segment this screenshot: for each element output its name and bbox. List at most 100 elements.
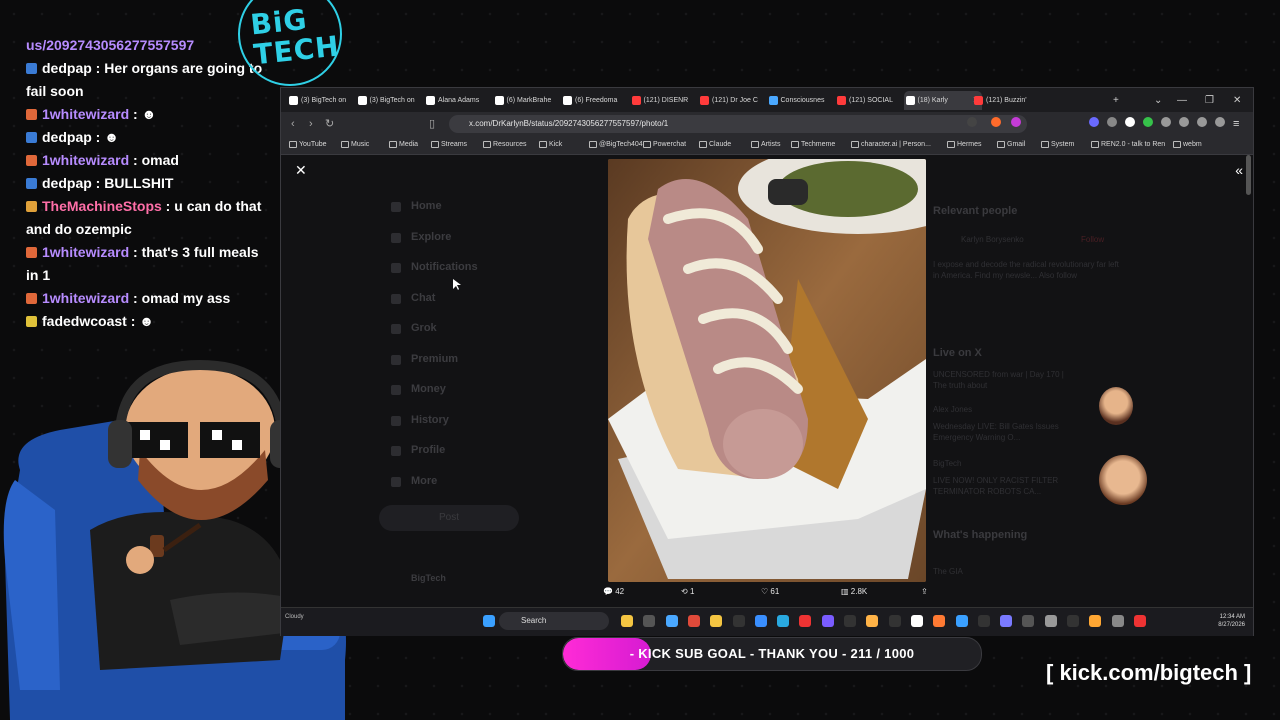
- extension-icon[interactable]: [1161, 117, 1171, 127]
- bookmark-item[interactable]: webm: [1173, 136, 1202, 154]
- live-item-1[interactable]: UNCENSORED from war | Day 170 | The trut…: [933, 369, 1073, 391]
- nav-item[interactable]: Profile: [411, 444, 445, 456]
- menu-icon[interactable]: ≡: [1233, 115, 1239, 133]
- nav-item[interactable]: Notifications: [411, 261, 478, 273]
- bookmark-item[interactable]: Techmeme: [791, 136, 835, 154]
- close-window-icon[interactable]: ✕: [1233, 91, 1241, 110]
- bookmark-item[interactable]: Music: [341, 136, 369, 154]
- start-icon[interactable]: [483, 615, 495, 627]
- new-tab-button[interactable]: +: [1113, 91, 1119, 110]
- bookmark-item[interactable]: Media: [389, 136, 418, 154]
- sidebar-icon[interactable]: [1215, 117, 1225, 127]
- browser-tab[interactable]: Alana Adams: [424, 91, 503, 110]
- post-button[interactable]: Post: [379, 505, 519, 531]
- nav-item[interactable]: Chat: [411, 292, 435, 304]
- browser-tab[interactable]: (3) BigTech on: [356, 91, 435, 110]
- live-item-2[interactable]: Wednesday LIVE: Bill Gates Issues Emerge…: [933, 421, 1083, 443]
- weather-widget[interactable]: Cloudy: [285, 614, 304, 620]
- taskbar-app-icon[interactable]: [687, 615, 700, 627]
- taskbar-app-icon[interactable]: [1089, 615, 1102, 627]
- tab-list-icon[interactable]: ⌄: [1154, 91, 1162, 110]
- nav-item[interactable]: More: [411, 475, 437, 487]
- bookmark-item[interactable]: @BigTech404: [589, 136, 643, 154]
- browser-tab[interactable]: (121) SOCIAL: [835, 91, 914, 110]
- bookmark-item[interactable]: Hermes: [947, 136, 982, 154]
- bookmark-item[interactable]: System: [1041, 136, 1074, 154]
- media-icon[interactable]: [967, 117, 977, 127]
- bookmark-item[interactable]: Claude: [699, 136, 731, 154]
- bookmark-item[interactable]: Artists: [751, 136, 780, 154]
- taskbar-app-icon[interactable]: [1111, 615, 1124, 627]
- bookmark-item[interactable]: Kick: [539, 136, 562, 154]
- taskbar-app-icon[interactable]: [710, 615, 723, 627]
- extension-icon[interactable]: [1143, 117, 1153, 127]
- bookmark-item[interactable]: Powerchat: [643, 136, 686, 154]
- browser-tab[interactable]: (121) Buzzin': [972, 91, 1051, 110]
- nav-item[interactable]: Explore: [411, 231, 451, 243]
- taskbar-app-icon[interactable]: [844, 615, 856, 627]
- nav-item[interactable]: Premium: [411, 353, 458, 365]
- browser-tab[interactable]: (18) Karly✕: [903, 91, 982, 110]
- taskbar-app-icon[interactable]: [1000, 615, 1013, 627]
- browser-tab[interactable]: Consciousnes: [767, 91, 846, 110]
- maximize-icon[interactable]: ❐: [1205, 91, 1214, 110]
- taskbar-app-icon[interactable]: [866, 615, 879, 627]
- taskbar-app-icon[interactable]: [621, 615, 633, 627]
- extension-icon[interactable]: [1089, 117, 1099, 127]
- bookmark-item[interactable]: REN2.0 - talk to Ren: [1091, 136, 1165, 154]
- taskbar-app-icon[interactable]: [1133, 615, 1146, 627]
- back-icon[interactable]: ‹: [291, 115, 295, 133]
- nav-item[interactable]: Grok: [411, 322, 437, 334]
- browser-tab[interactable]: (3) BigTech on: [287, 91, 366, 110]
- taskbar-app-icon[interactable]: [777, 615, 790, 627]
- minimize-icon[interactable]: —: [1177, 91, 1187, 110]
- browser-tab[interactable]: (121) DISENR: [630, 91, 709, 110]
- brave-shield-icon[interactable]: [991, 117, 1001, 127]
- scrollbar[interactable]: [1246, 155, 1251, 195]
- nav-item[interactable]: Money: [411, 383, 446, 395]
- browser-tab[interactable]: (6) Freedoma: [561, 91, 640, 110]
- bookmark-item[interactable]: Resources: [483, 136, 526, 154]
- repost-count[interactable]: ⟲ 1: [681, 586, 694, 598]
- close-photo-icon[interactable]: ✕: [295, 162, 307, 179]
- bookmark-item[interactable]: character.ai | Person...: [851, 136, 931, 154]
- taskbar-app-icon[interactable]: [910, 615, 923, 627]
- bookmarks-icon[interactable]: [1197, 117, 1207, 127]
- like-count[interactable]: ♡ 61: [761, 586, 779, 598]
- forward-icon[interactable]: ›: [309, 115, 313, 133]
- taskbar-app-icon[interactable]: [933, 615, 946, 627]
- taskbar-search[interactable]: Search: [499, 612, 609, 630]
- trend-item[interactable]: The GIA: [933, 567, 963, 576]
- taskbar-app-icon[interactable]: [1067, 615, 1079, 627]
- taskbar-app-icon[interactable]: [1044, 615, 1057, 627]
- taskbar-app-icon[interactable]: [732, 615, 745, 627]
- live-item-3[interactable]: LIVE NOW! ONLY RACIST FILTER TERMINATOR …: [933, 475, 1083, 497]
- bookmark-item[interactable]: YouTube: [289, 136, 327, 154]
- bookmark-icon[interactable]: ▯: [429, 115, 435, 133]
- reload-icon[interactable]: ↻: [325, 115, 334, 133]
- taskbar-app-icon[interactable]: [1022, 615, 1035, 627]
- follow-button[interactable]: Follow: [1081, 235, 1104, 244]
- taskbar-app-icon[interactable]: [821, 615, 834, 627]
- collapse-panel-icon[interactable]: «: [1235, 162, 1243, 178]
- taskbar-app-icon[interactable]: [643, 615, 656, 627]
- brave-rewards-icon[interactable]: [1011, 117, 1021, 127]
- url-field[interactable]: x.com/DrKarlynB/status/20927430562775575…: [449, 115, 1027, 133]
- taskbar-app-icon[interactable]: [754, 615, 767, 627]
- share-icon[interactable]: ⇪: [921, 586, 928, 598]
- browser-tab[interactable]: (6) MarkBrahe: [493, 91, 572, 110]
- bookmark-item[interactable]: Streams: [431, 136, 467, 154]
- taskbar-app-icon[interactable]: [888, 615, 901, 627]
- bookmark-item[interactable]: Gmail: [997, 136, 1025, 154]
- extension-icon[interactable]: [1107, 117, 1117, 127]
- extension-icon[interactable]: [1125, 117, 1135, 127]
- nav-item[interactable]: History: [411, 414, 449, 426]
- taskbar-app-icon[interactable]: [799, 615, 812, 627]
- reply-count[interactable]: 💬 42: [603, 586, 624, 598]
- extensions-puzzle-icon[interactable]: [1179, 117, 1189, 127]
- taskbar-app-icon[interactable]: [977, 615, 990, 627]
- taskbar-app-icon[interactable]: [955, 615, 968, 627]
- browser-tab[interactable]: (121) Dr Joe C: [698, 91, 777, 110]
- nav-item[interactable]: Home: [411, 200, 442, 212]
- taskbar-app-icon[interactable]: [665, 615, 678, 627]
